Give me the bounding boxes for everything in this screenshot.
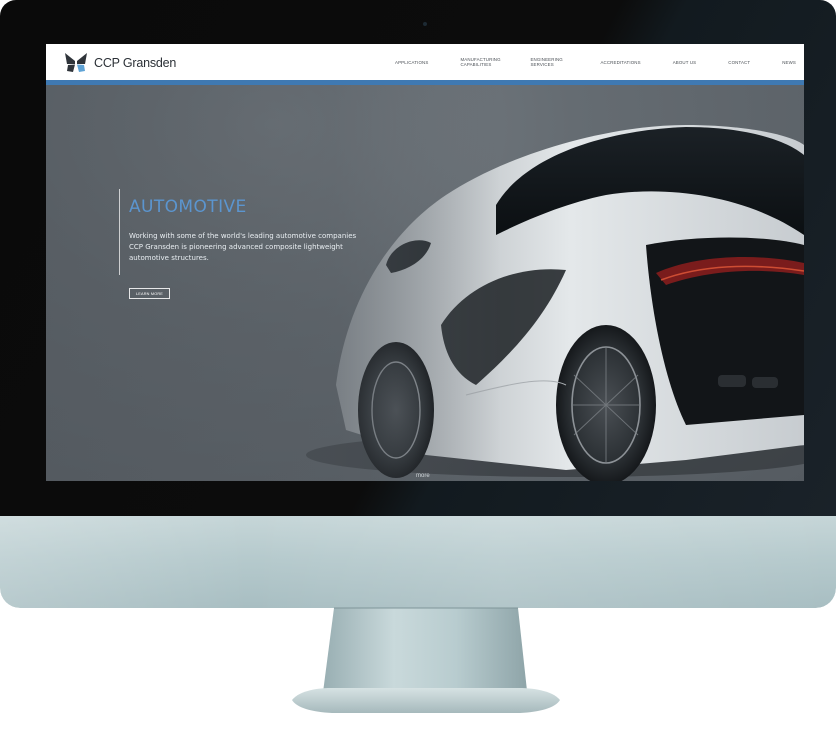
nav-item-manufacturing-capabilities[interactable]: MANUFACTURING CAPABILITIES: [460, 57, 500, 67]
hero-banner: AUTOMOTIVE Working with some of the worl…: [46, 85, 804, 481]
nav-item-news[interactable]: NEWS: [782, 60, 796, 65]
nav-item-accreditations[interactable]: ACCREDITATIONS: [600, 60, 640, 65]
hero-divider: [119, 189, 120, 275]
butterfly-logo-icon: [65, 53, 87, 72]
nav-item-about-us[interactable]: ABOUT US: [673, 60, 697, 65]
camera-icon: [423, 22, 427, 26]
hero-title: AUTOMOTIVE: [129, 197, 247, 217]
imac-monitor: CCP Gransden APPLICATIONS MANUFACTURING C…: [0, 0, 836, 608]
learn-more-button[interactable]: LEARN MORE: [129, 288, 170, 299]
site-logo[interactable]: CCP Gransden: [64, 52, 176, 73]
more-link[interactable]: more: [416, 473, 430, 479]
website-screen: CCP Gransden APPLICATIONS MANUFACTURING C…: [46, 44, 804, 481]
hero-description: Working with some of the world's leading…: [129, 232, 357, 263]
site-header: CCP Gransden APPLICATIONS MANUFACTURING C…: [46, 44, 804, 80]
nav-item-applications[interactable]: APPLICATIONS: [395, 60, 428, 65]
brand-name: CCP Gransden: [94, 55, 177, 70]
nav-item-contact[interactable]: CONTACT: [728, 60, 750, 65]
main-nav: APPLICATIONS MANUFACTURING CAPABILITIES EN…: [363, 44, 796, 80]
nav-item-engineering-services[interactable]: ENGINEERING SERVICES: [530, 57, 568, 67]
